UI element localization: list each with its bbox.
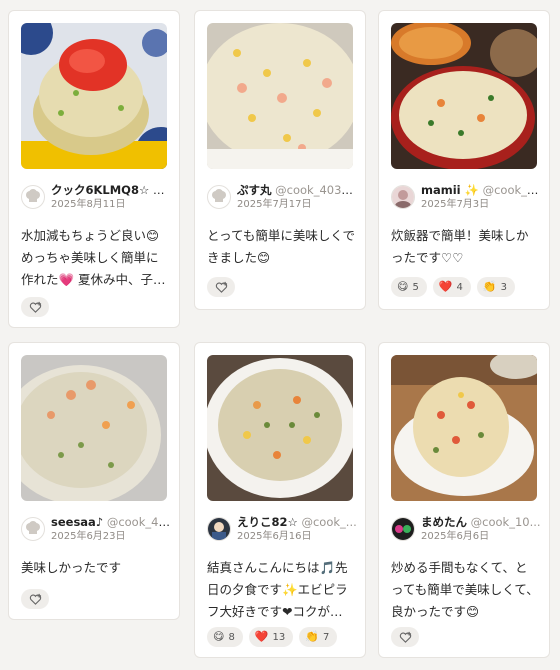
- user-info[interactable]: ぷす丸 @cook_4034... 2025年7月17日: [207, 183, 357, 215]
- heart-plus-icon: [399, 631, 411, 643]
- reaction-count: 3: [500, 281, 507, 293]
- reaction-clap[interactable]: 👏 3: [476, 277, 515, 297]
- yum-face-icon: 😋: [397, 280, 409, 293]
- reaction-yummy[interactable]: 😋 5: [391, 277, 427, 297]
- user-name[interactable]: まめたん @cook_10...: [421, 515, 541, 529]
- user-photo-icon: [392, 186, 414, 208]
- add-reaction-button[interactable]: [391, 627, 419, 647]
- comment-text: 美味しかったです: [21, 560, 122, 575]
- dish-photo[interactable]: [207, 23, 353, 169]
- reaction-list: 😋 5 ❤️ 4 👏 3: [391, 277, 515, 297]
- avatar[interactable]: [21, 185, 45, 209]
- dish-photo[interactable]: [21, 23, 167, 169]
- avatar[interactable]: [21, 517, 45, 541]
- post-date: 2025年8月11日: [51, 199, 126, 210]
- user-name[interactable]: ぷす丸 @cook_4034...: [237, 183, 357, 197]
- user-photo-icon: [208, 518, 230, 540]
- tsukurepo-card[interactable]: クック6KLMQ8☆ @... 2025年8月11日 水加減もちょうど良い😊めっ…: [8, 10, 180, 328]
- comment-text: 炊飯器で簡単！美味しかったです♡♡: [391, 228, 529, 265]
- chef-hat-icon: [26, 521, 40, 534]
- avatar[interactable]: [207, 517, 231, 541]
- user-display-name[interactable]: mamii ✨: [421, 183, 479, 197]
- chef-hat-icon: [26, 189, 40, 202]
- post-date: 2025年7月3日: [421, 199, 490, 210]
- avatar[interactable]: [391, 185, 415, 209]
- tsukurepo-card[interactable]: mamii ✨ @cook_4... 2025年7月3日 炊飯器で簡単！美味しか…: [378, 10, 550, 310]
- yum-face-icon: 😋: [213, 630, 225, 643]
- user-handle: @cook_4034...: [275, 183, 357, 197]
- reaction-clap[interactable]: 👏 7: [299, 627, 338, 647]
- post-date: 2025年6月6日: [421, 531, 490, 542]
- reaction-count: 5: [412, 281, 419, 293]
- tsukurepo-card[interactable]: seesaa♪ @cook_408... 2025年6月23日 美味しかったです: [8, 342, 180, 620]
- user-name[interactable]: えりこ82☆ @cook_...: [237, 515, 357, 529]
- user-display-name[interactable]: seesaa♪: [51, 515, 103, 529]
- reaction-count: 7: [322, 631, 330, 643]
- chef-hat-icon: [212, 189, 226, 202]
- tsukurepo-card[interactable]: えりこ82☆ @cook_... 2025年6月16日 結真さんこんにちは🎵先日…: [194, 342, 366, 658]
- reaction-yummy[interactable]: 😋 8: [207, 627, 243, 647]
- avatar[interactable]: [391, 517, 415, 541]
- heart-icon: ❤️: [254, 630, 269, 643]
- reaction-count: 8: [228, 631, 235, 643]
- add-reaction-button[interactable]: [207, 277, 235, 297]
- comment-text: 水加減もちょうど良い😊めっちゃ美味しく簡単に作れた💗 夏休み中、子…: [21, 228, 166, 287]
- dish-photo[interactable]: [21, 355, 167, 501]
- user-handle: @...: [152, 183, 171, 197]
- avatar[interactable]: [207, 185, 231, 209]
- user-info[interactable]: クック6KLMQ8☆ @... 2025年8月11日: [21, 183, 171, 215]
- user-handle: @cook_4...: [482, 183, 541, 197]
- user-name[interactable]: クック6KLMQ8☆ @...: [51, 183, 171, 197]
- user-photo-icon: [392, 518, 414, 540]
- tsukurepo-card[interactable]: ぷす丸 @cook_4034... 2025年7月17日 とっても簡単に美味しく…: [194, 10, 366, 310]
- reaction-count: 13: [272, 631, 286, 643]
- dish-photo[interactable]: [391, 355, 537, 501]
- comment-text: とっても簡単に美味しくできました😊: [207, 228, 356, 265]
- heart-plus-icon: [29, 593, 41, 605]
- comment-text: 炒める手間もなくて、とっても簡単で美味しくて、良かったです😊: [391, 560, 539, 619]
- clap-icon: 👏: [305, 630, 319, 643]
- user-display-name[interactable]: ぷす丸: [237, 183, 272, 197]
- user-display-name[interactable]: クック6KLMQ8☆: [51, 183, 149, 197]
- post-date: 2025年6月23日: [51, 531, 126, 542]
- reaction-heart[interactable]: ❤️ 4: [432, 277, 471, 297]
- heart-icon: ❤️: [438, 280, 453, 293]
- user-display-name[interactable]: えりこ82☆: [237, 515, 298, 529]
- heart-plus-icon: [215, 281, 227, 293]
- comment-text: 結真さんこんにちは🎵先日の夕食です✨エビピラフ大好きです❤コクが…: [207, 560, 348, 619]
- dish-photo[interactable]: [391, 23, 537, 169]
- user-handle: @cook_408...: [106, 515, 171, 529]
- user-info[interactable]: まめたん @cook_10... 2025年6月6日: [391, 515, 541, 547]
- user-info[interactable]: mamii ✨ @cook_4... 2025年7月3日: [391, 183, 541, 215]
- post-date: 2025年7月17日: [237, 199, 312, 210]
- user-info[interactable]: えりこ82☆ @cook_... 2025年6月16日: [207, 515, 357, 547]
- tsukurepo-card[interactable]: まめたん @cook_10... 2025年6月6日 炒める手間もなくて、とって…: [378, 342, 550, 658]
- add-reaction-button[interactable]: [21, 297, 49, 317]
- reaction-count: 4: [456, 281, 463, 293]
- clap-icon: 👏: [482, 280, 497, 293]
- user-handle: @cook_10...: [470, 515, 541, 529]
- user-handle: @cook_...: [301, 515, 357, 529]
- add-reaction-button[interactable]: [21, 589, 49, 609]
- user-name[interactable]: seesaa♪ @cook_408...: [51, 515, 171, 529]
- reaction-list: 😋 8 ❤️ 13 👏 7: [207, 627, 338, 647]
- heart-plus-icon: [29, 301, 41, 313]
- post-date: 2025年6月16日: [237, 531, 312, 542]
- user-info[interactable]: seesaa♪ @cook_408... 2025年6月23日: [21, 515, 171, 547]
- user-name[interactable]: mamii ✨ @cook_4...: [421, 183, 541, 197]
- reaction-heart[interactable]: ❤️ 13: [248, 627, 294, 647]
- dish-photo[interactable]: [207, 355, 353, 501]
- user-display-name[interactable]: まめたん: [421, 515, 467, 529]
